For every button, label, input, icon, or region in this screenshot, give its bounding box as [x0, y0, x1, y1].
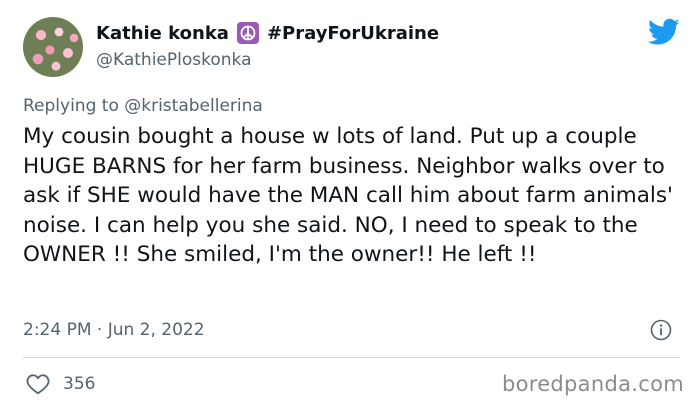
peace-symbol-icon	[236, 22, 259, 44]
watermark: boredpanda.com	[501, 372, 684, 396]
reply-mention-link[interactable]: @kristabellerina	[124, 96, 263, 116]
avatar[interactable]	[23, 17, 83, 77]
info-icon[interactable]	[650, 319, 672, 341]
twitter-bird-icon[interactable]	[648, 18, 680, 46]
tweet-timestamp[interactable]: 2:24 PM · Jun 2, 2022	[23, 320, 205, 340]
heart-icon[interactable]	[26, 373, 50, 395]
author-name-row: Kathie konka #PrayForUkraine	[96, 22, 439, 44]
author-handle[interactable]: @KathiePloskonka	[96, 50, 252, 70]
tweet-text: My cousin bought a house w lots of land.…	[23, 124, 673, 268]
author-hashtag[interactable]: #PrayForUkraine	[267, 23, 439, 44]
like-count: 356	[63, 374, 96, 394]
author-display-name[interactable]: Kathie konka	[96, 23, 229, 44]
divider	[23, 357, 680, 358]
reply-prefix: Replying to	[23, 96, 119, 116]
reply-context: Replying to @kristabellerina	[23, 96, 263, 116]
